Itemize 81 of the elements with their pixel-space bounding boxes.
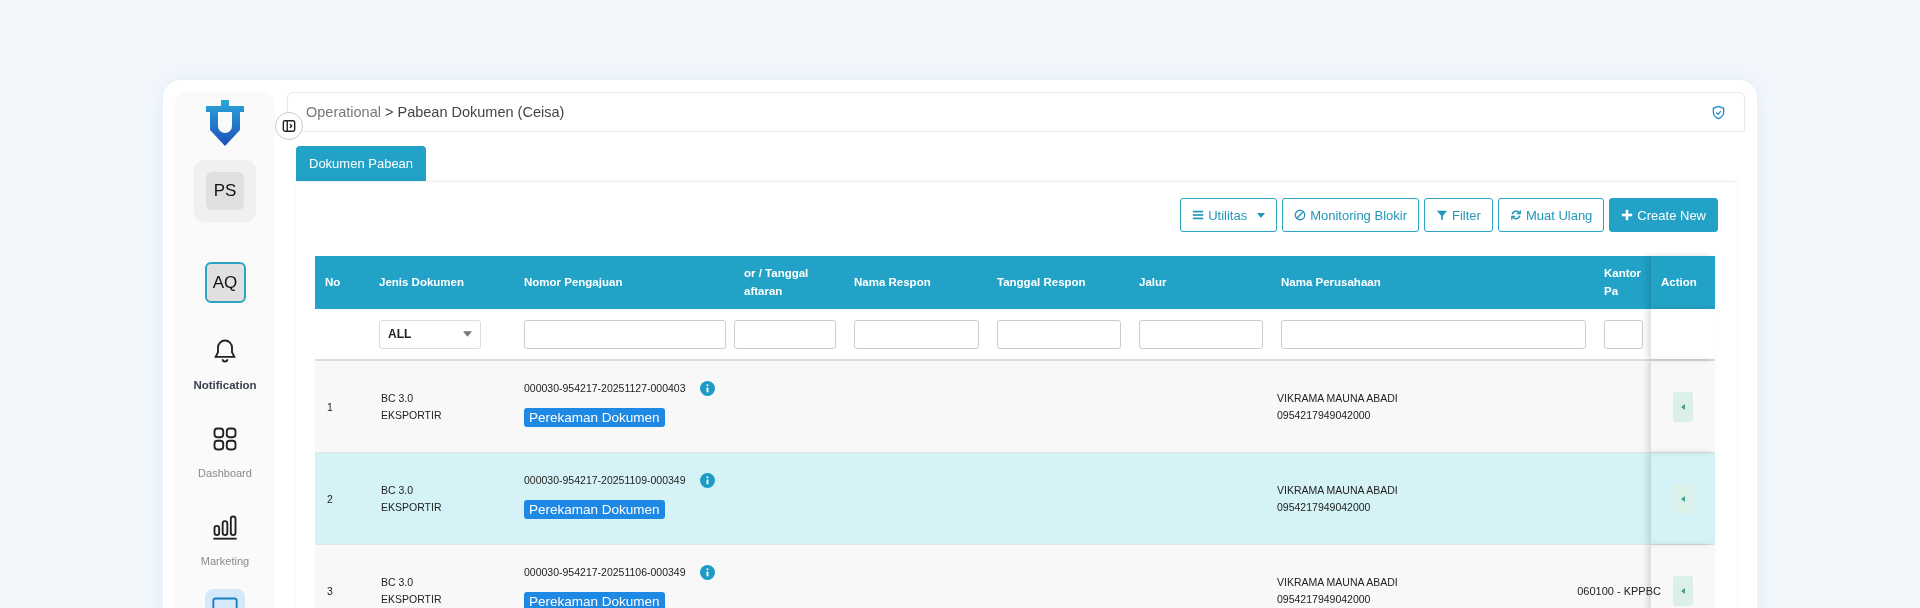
filter-select[interactable]: ALL — [379, 319, 481, 349]
column-header[interactable]: Jalur — [1129, 256, 1271, 309]
filter-input[interactable] — [1139, 319, 1263, 349]
shield-logo-icon — [204, 100, 246, 146]
action-button[interactable] — [1673, 483, 1693, 514]
submission-number: 000030-954217-20251127-000403 — [524, 382, 686, 394]
company-info: 0954217949042000 — [1277, 409, 1371, 421]
column-header[interactable]: Tanggal Respon — [987, 256, 1129, 309]
nav-item[interactable]: Marketing — [200, 513, 250, 567]
submission-number: 000030-954217-20251109-000349 — [524, 474, 686, 486]
plus-button[interactable]: Create New — [1609, 198, 1718, 232]
table-row[interactable]: 2 BC 3.0 EKSPORTIR 000030-954217-20251109-000349 Perekaman Dokumen VIKRAMA MAUNA ABADI 0954217949042000 — [315, 453, 1715, 545]
bar-chart-icon — [211, 513, 239, 541]
refresh-button[interactable]: Muat Ulang — [1497, 198, 1605, 232]
nav-label: Dashboard — [198, 467, 252, 479]
column-header[interactable]: Jenis Dokumen — [369, 256, 514, 309]
submission-number: 000030-954217-20251106-000349 — [524, 566, 686, 578]
filter-button[interactable]: Filter — [1424, 198, 1493, 232]
workspace-avatar: PS — [206, 172, 244, 210]
menu-icon — [1192, 209, 1205, 221]
row-number: 2 — [327, 492, 333, 505]
company-info: VIKRAMA MAUNA ABADI — [1277, 392, 1398, 404]
plus-icon — [1621, 209, 1634, 221]
company-info: VIKRAMA MAUNA ABADI — [1277, 576, 1398, 588]
column-header[interactable]: Nomor Pengajuan — [514, 256, 734, 309]
filter-input[interactable] — [1604, 319, 1643, 349]
caret-left-icon — [1681, 403, 1685, 410]
filter-input[interactable] — [997, 319, 1121, 349]
filter-input[interactable] — [1281, 319, 1586, 349]
action-button[interactable] — [1673, 575, 1693, 606]
info-icon[interactable] — [699, 472, 715, 488]
filter-input[interactable] — [524, 319, 726, 349]
document-type: EKSPORTIR — [381, 409, 442, 421]
nav-item[interactable]: Dashboard — [198, 425, 252, 479]
filter-icon — [1436, 209, 1448, 221]
bell-icon — [211, 337, 239, 365]
document-type: BC 3.0 — [381, 392, 414, 404]
row-number: 3 — [327, 584, 333, 597]
company-info: 0954217949042000 — [1277, 501, 1371, 513]
prohibited-icon — [1294, 209, 1307, 221]
company-info: VIKRAMA MAUNA ABADI — [1277, 484, 1398, 496]
refresh-icon — [1509, 209, 1522, 221]
company-info: 0954217949042000 — [1277, 593, 1371, 605]
row-number: 1 — [327, 400, 333, 413]
table-row[interactable]: 3 BC 3.0 EKSPORTIR 000030-954217-20251106-000349 Perekaman Dokumen VIKRAMA MAUNA ABADI 0954217949042000 060100 - KPPBC — [315, 545, 1715, 608]
document-type: EKSPORTIR — [381, 593, 442, 605]
column-header[interactable]: or / Tanggal aftaran — [734, 256, 844, 309]
filter-input[interactable] — [734, 319, 836, 349]
info-icon[interactable] — [699, 564, 715, 580]
column-header[interactable]: Nama Respon — [844, 256, 987, 309]
nav-item[interactable]: Notification — [193, 337, 257, 391]
caret-left-icon — [1681, 587, 1685, 594]
status-badge: Perekaman Dokumen — [524, 407, 665, 427]
caret-down-icon — [463, 331, 472, 337]
caret-left-icon — [1681, 495, 1685, 502]
nav-label: Notification — [193, 379, 257, 391]
tab[interactable]: Dokumen Pabean — [296, 146, 427, 181]
breadcrumb: Operational > Pabean Dokumen (Ceisa) — [306, 104, 565, 120]
document-type: BC 3.0 — [381, 484, 414, 496]
nav-label: Marketing — [200, 555, 250, 567]
filter-input[interactable] — [854, 319, 979, 349]
status-badge: Perekaman Dokumen — [524, 591, 665, 608]
caret-down-icon — [1257, 212, 1266, 218]
sidebar-toggle-icon[interactable] — [275, 112, 303, 140]
menu-button[interactable]: Utilitas — [1180, 198, 1278, 232]
office-code: 060100 - KPPBC — [1577, 584, 1661, 597]
action-button[interactable] — [1673, 391, 1693, 422]
table-row[interactable]: 1 BC 3.0 EKSPORTIR 000030-954217-20251127-000403 Perekaman Dokumen VIKRAMA MAUNA ABADI 0954217949042000 — [315, 361, 1715, 453]
shield-check-icon — [1711, 104, 1726, 120]
column-header[interactable]: Action — [1651, 256, 1715, 309]
account-avatar[interactable]: AQ — [204, 262, 246, 303]
workspace-tile[interactable]: PS — [194, 160, 256, 222]
column-header[interactable]: No — [315, 256, 369, 309]
document-type: EKSPORTIR — [381, 501, 442, 513]
status-badge: Perekaman Dokumen — [524, 499, 665, 519]
column-header[interactable]: Kantor Pa — [1594, 256, 1651, 309]
grid-icon — [211, 425, 239, 453]
block-button[interactable]: Monitoring Blokir — [1282, 198, 1419, 232]
document-type: BC 3.0 — [381, 576, 414, 588]
column-header[interactable]: Nama Perusahaan — [1271, 256, 1594, 309]
info-icon[interactable] — [699, 380, 715, 396]
